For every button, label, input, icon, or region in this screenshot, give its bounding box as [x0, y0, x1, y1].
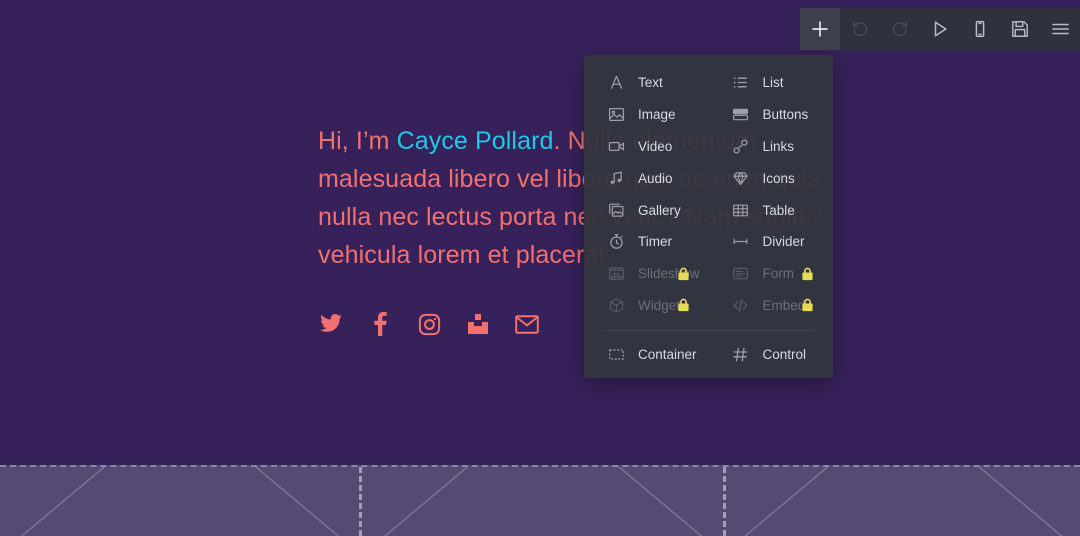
- insert-item-label: Timer: [638, 234, 672, 250]
- insert-item-label: Container: [638, 346, 697, 362]
- gallery-icon: [607, 201, 625, 219]
- insert-item-gallery[interactable]: Gallery: [584, 194, 709, 226]
- insert-item-label: Video: [638, 138, 673, 154]
- instagram-icon[interactable]: [416, 311, 442, 337]
- drop-zone-divider[interactable]: [723, 467, 726, 536]
- insert-item-control[interactable]: Control: [709, 338, 834, 370]
- headline-prefix: Hi, I’m: [318, 127, 397, 155]
- add-element-button[interactable]: [800, 8, 840, 50]
- insert-item-label: Buttons: [762, 107, 809, 123]
- insert-item-label: Form: [762, 266, 795, 282]
- insert-item-label: Audio: [638, 170, 673, 186]
- insert-item-divider[interactable]: Divider: [709, 226, 834, 258]
- lock-icon: [801, 298, 814, 312]
- insert-element-grid: Text List Image Buttons Video Links Audio Icons…: [584, 67, 833, 321]
- embed-icon: [732, 296, 750, 314]
- form-icon: [732, 265, 750, 283]
- table-icon: [732, 201, 750, 219]
- gem-icon: [732, 169, 750, 187]
- insert-item-label: Widget: [638, 297, 681, 313]
- insert-item-label: Slideshow: [638, 266, 700, 282]
- save-button[interactable]: [1000, 8, 1040, 50]
- buttons-icon: [732, 106, 750, 124]
- insert-item-icons[interactable]: Icons: [709, 162, 834, 194]
- insert-item-label: Links: [762, 138, 795, 154]
- insert-item-embed[interactable]: Embed: [709, 290, 834, 322]
- editor-toolbar: [800, 8, 1080, 50]
- audio-icon: [607, 169, 625, 187]
- insert-item-links[interactable]: Links: [709, 131, 834, 163]
- undo-button[interactable]: [840, 8, 880, 50]
- drop-zone-cell[interactable]: [362, 467, 724, 536]
- insert-item-label: Gallery: [638, 202, 681, 218]
- responsive-button[interactable]: [960, 8, 1000, 50]
- email-icon[interactable]: [514, 311, 540, 337]
- insert-item-video[interactable]: Video: [584, 131, 709, 163]
- insert-item-label: Control: [762, 346, 807, 362]
- control-icon: [732, 345, 750, 363]
- insert-item-table[interactable]: Table: [709, 194, 834, 226]
- headline-accent-name: Cayce Pollard: [396, 127, 554, 155]
- insert-item-container[interactable]: Container: [584, 338, 709, 370]
- list-icon: [732, 74, 750, 92]
- insert-item-label: Icons: [762, 170, 795, 186]
- insert-item-form[interactable]: Form: [709, 258, 834, 290]
- drop-zone[interactable]: [0, 465, 1080, 536]
- image-icon: [607, 106, 625, 124]
- lock-icon: [677, 267, 690, 281]
- insert-element-bottom-group: Container Control: [584, 338, 833, 370]
- links-icon: [732, 137, 750, 155]
- insert-item-buttons[interactable]: Buttons: [709, 99, 834, 131]
- page-canvas[interactable]: Hi, I’m Cayce Pollard. Nulla elementum m…: [0, 0, 1080, 465]
- menu-button[interactable]: [1040, 8, 1080, 50]
- insert-item-label: Divider: [762, 234, 805, 250]
- social-links-row[interactable]: [318, 311, 540, 337]
- lock-icon: [677, 298, 690, 312]
- drop-zone-cell[interactable]: [726, 467, 1080, 536]
- insert-item-label: Image: [638, 107, 676, 123]
- insert-item-slideshow[interactable]: Slideshow: [584, 258, 709, 290]
- timer-icon: [607, 233, 625, 251]
- redo-button[interactable]: [880, 8, 920, 50]
- twitter-icon[interactable]: [318, 311, 344, 337]
- insert-item-audio[interactable]: Audio: [584, 162, 709, 194]
- insert-element-panel: Text List Image Buttons Video Links Audio Icons…: [584, 55, 833, 379]
- facebook-icon[interactable]: [367, 311, 393, 337]
- insert-item-image[interactable]: Image: [584, 99, 709, 131]
- insert-item-label: Embed: [762, 297, 806, 313]
- drop-zone-cell[interactable]: [0, 467, 360, 536]
- widget-icon: [607, 296, 625, 314]
- container-icon: [607, 345, 625, 363]
- video-icon: [607, 137, 625, 155]
- insert-item-label: Text: [638, 75, 663, 91]
- divider-icon: [732, 233, 750, 251]
- preview-button[interactable]: [920, 8, 960, 50]
- text-icon: [607, 74, 625, 92]
- insert-item-timer[interactable]: Timer: [584, 226, 709, 258]
- insert-item-label: Table: [762, 202, 795, 218]
- slideshow-icon: [607, 265, 625, 283]
- insert-item-text[interactable]: Text: [584, 67, 709, 99]
- insert-item-list[interactable]: List: [709, 67, 834, 99]
- lock-icon: [801, 267, 814, 281]
- insert-item-label: List: [762, 75, 784, 91]
- insert-item-widget[interactable]: Widget: [584, 290, 709, 322]
- insert-panel-divider: [602, 330, 815, 332]
- drop-zone-divider[interactable]: [359, 467, 362, 536]
- blocks-icon[interactable]: [465, 311, 491, 337]
